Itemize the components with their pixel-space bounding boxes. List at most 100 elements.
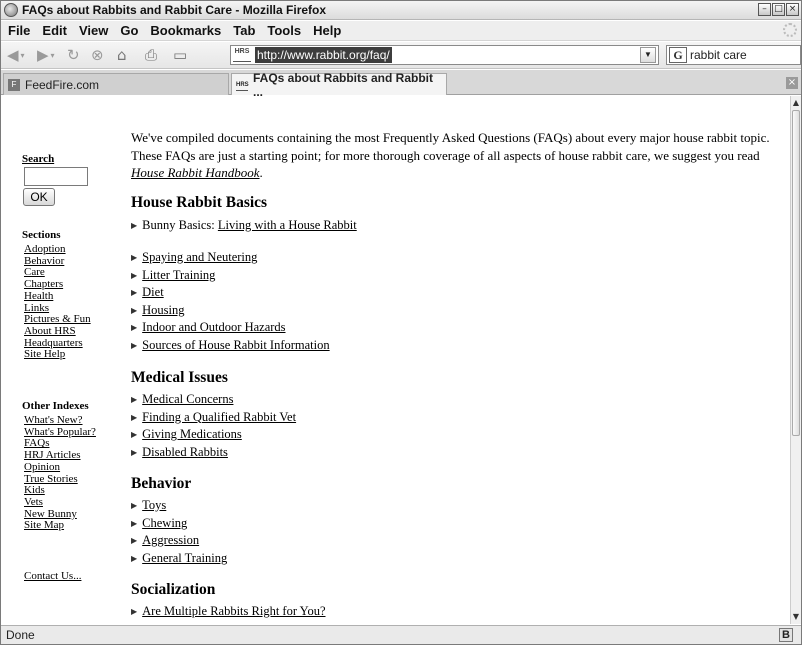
faq-link[interactable]: Medical Concerns (142, 392, 233, 406)
list-item: ▶ Are Multiple Rabbits Right for You? (131, 603, 326, 621)
list-item: ▶ Litter Training (131, 267, 330, 285)
print-icon[interactable]: ⎙ (145, 46, 157, 64)
navigation-toolbar: ◀ ▾ ▶ ▾ ↻ ⊗ ⌂ ⎙ ▭ HRS http://www.rabbit.or… (1, 42, 801, 69)
faq-list: ▶ Toys ▶ Chewing ▶ Aggression ▶ General Trai… (131, 497, 227, 567)
sidebar-link-kids[interactable]: Kids (24, 484, 45, 496)
sidebar-link-behavior[interactable]: Behavior (24, 255, 64, 267)
faq-link[interactable]: Spaying and Neutering (142, 250, 257, 264)
sidebar-link-faqs[interactable]: FAQs (24, 437, 49, 450)
faq-link[interactable]: General Training (142, 551, 227, 565)
sidebar-link-hrj-articles[interactable]: HRJ Articles (24, 449, 81, 461)
url-bar[interactable]: HRS http://www.rabbit.org/faq/ ▼ (230, 45, 659, 65)
sections-heading: Sections (22, 229, 61, 241)
faq-link[interactable]: Aggression (142, 533, 199, 547)
faq-link[interactable]: Toys (142, 498, 166, 512)
bullet-arrow-icon: ▶ (131, 501, 138, 510)
scroll-up-icon[interactable]: ▲ (791, 98, 801, 108)
close-tab-icon[interactable]: × (786, 77, 798, 89)
faq-list: ▶ Bunny Basics: Living with a House Rabbi… (131, 217, 357, 235)
close-icon[interactable]: × (786, 3, 799, 16)
list-item: ▶ Diet (131, 284, 330, 302)
scroll-down-icon[interactable]: ▼ (791, 612, 801, 622)
intro-end: . (259, 165, 263, 180)
sidebar-link-links[interactable]: Links (24, 302, 49, 314)
bullet-arrow-icon: ▶ (131, 447, 138, 457)
reload-icon[interactable]: ↻ (67, 46, 80, 64)
menu-help[interactable]: Help (311, 23, 343, 38)
faq-link[interactable]: Disabled Rabbits (142, 445, 228, 459)
bullet-arrow-icon: ▶ (131, 323, 138, 333)
menu-bookmarks[interactable]: Bookmarks (148, 23, 223, 38)
sidebar-link-site-map[interactable]: Site Map (24, 519, 64, 531)
search-bar[interactable]: G rabbit care (666, 45, 801, 65)
minimize-icon[interactable]: – (758, 3, 771, 16)
scrollbar-thumb[interactable] (792, 110, 800, 436)
maximize-icon[interactable]: □ (772, 3, 785, 16)
bullet-arrow-icon: ▶ (131, 536, 138, 546)
faq-link[interactable]: Living with a House Rabbit (218, 218, 357, 232)
menu-edit[interactable]: Edit (40, 23, 69, 38)
sidebar-link-care[interactable]: Care (24, 266, 45, 279)
back-icon[interactable]: ◀ ▾ (7, 46, 25, 64)
contact-us-link[interactable]: Contact Us... (24, 570, 81, 582)
list-item: ▶ Toys (131, 497, 227, 515)
status-extension-icon[interactable]: B (779, 628, 793, 642)
sidebar-link-new-bunny[interactable]: New Bunny (24, 508, 77, 520)
faq-link[interactable]: Housing (142, 303, 184, 317)
url-text[interactable]: http://www.rabbit.org/faq/ (255, 47, 392, 63)
menu-go[interactable]: Go (118, 23, 140, 38)
tab-faqs[interactable]: HRS FAQs about Rabbits and Rabbit ... (231, 71, 447, 99)
bullet-arrow-icon: ▶ (131, 395, 138, 404)
faq-link[interactable]: Finding a Qualified Rabbit Vet (142, 410, 296, 424)
faq-link[interactable]: Diet (142, 285, 164, 299)
list-item: ▶ Medical Concerns (131, 391, 296, 409)
sidebar-link-headquarters[interactable]: Headquarters (24, 337, 83, 349)
sidebar-link-about[interactable]: About HRS (24, 325, 76, 337)
bullet-arrow-icon: ▶ (131, 340, 138, 350)
bullet-arrow-icon: ▶ (131, 270, 138, 280)
tab-label: FeedFire.com (25, 77, 100, 92)
list-item: ▶ Housing (131, 302, 330, 320)
sidebar-link-vets[interactable]: Vets (24, 496, 43, 508)
tab-feedfire[interactable]: F FeedFire.com (3, 73, 229, 95)
sidebar-link-true-stories[interactable]: True Stories (24, 473, 78, 485)
menu-tools[interactable]: Tools (265, 23, 303, 38)
handbook-link[interactable]: House Rabbit Handbook (131, 165, 260, 180)
ok-button[interactable]: OK (23, 188, 55, 206)
search-input[interactable]: rabbit care (690, 48, 747, 62)
firefox-icon (4, 3, 18, 17)
title-bar: FAQs about Rabbits and Rabbit Care - Moz… (1, 1, 801, 20)
sections-list: Adoption Behavior Care Chapters Health L… (24, 243, 91, 361)
sidebar-link-adoption[interactable]: Adoption (24, 243, 66, 255)
faq-link[interactable]: Giving Medications (142, 427, 242, 441)
sidebar-link-health[interactable]: Health (24, 290, 53, 302)
menu-view[interactable]: View (77, 23, 110, 38)
status-text: Done (6, 628, 35, 642)
faq-link[interactable]: Sources of House Rabbit Information (142, 338, 329, 352)
vertical-scrollbar[interactable]: ▲ ▼ (790, 96, 801, 624)
url-dropdown-icon[interactable]: ▼ (640, 47, 656, 63)
faq-link[interactable]: Chewing (142, 516, 187, 530)
sidebar-link-whats-popular[interactable]: What's Popular? (24, 426, 96, 438)
sidebar-link-opinion[interactable]: Opinion (24, 461, 60, 473)
home-icon[interactable]: ⌂ (117, 46, 127, 64)
sidebar-link-whats-new[interactable]: What's New? (24, 414, 83, 426)
hrs-favicon-icon: HRS (236, 79, 249, 91)
menu-file[interactable]: File (6, 23, 32, 38)
faq-link[interactable]: Indoor and Outdoor Hazards (142, 320, 285, 334)
forward-icon[interactable]: ▶ ▾ (37, 46, 55, 64)
bullet-arrow-icon: ▶ (131, 288, 138, 298)
window-controls: – □ × (758, 3, 799, 16)
sidebar-link-chapters[interactable]: Chapters (24, 278, 63, 290)
site-favicon-icon: HRS (233, 48, 251, 62)
faq-link[interactable]: Are Multiple Rabbits Right for You? (142, 604, 325, 618)
sidebar-search-input[interactable] (24, 167, 88, 186)
sidebar-link-site-help[interactable]: Site Help (24, 348, 65, 360)
faq-link[interactable]: Litter Training (142, 268, 215, 282)
list-item: ▶ Chewing (131, 515, 227, 533)
page-setup-icon[interactable]: ▭ (173, 46, 187, 64)
stop-icon[interactable]: ⊗ (91, 46, 104, 64)
google-icon[interactable]: G (669, 47, 687, 63)
menu-tab[interactable]: Tab (231, 23, 257, 38)
sidebar-link-pictures[interactable]: Pictures & Fun (24, 313, 91, 325)
